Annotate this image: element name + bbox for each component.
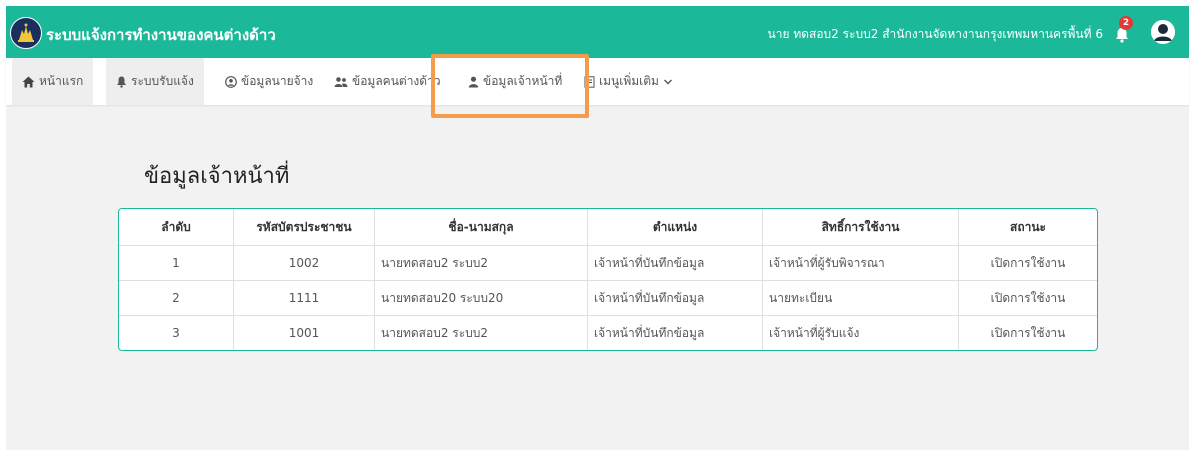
cell-position: เจ้าหน้าที่บันทึกข้อมูล [587, 280, 763, 316]
column-header-status: สถานะ [958, 209, 1097, 246]
cell-position: เจ้าหน้าที่บันทึกข้อมูล [587, 315, 763, 350]
nav-item-label: ข้อมูลนายจ้าง [241, 74, 314, 88]
app-frame: ระบบแจ้งการทำงานของคนต่างด้าว นาย ทดสอบ2… [6, 6, 1189, 450]
nav-item-receive[interactable]: ระบบรับแจ้ง [106, 58, 204, 105]
cell-permission: เจ้าหน้าที่ผู้รับแจ้ง [762, 315, 959, 350]
user-icon [468, 76, 479, 87]
column-header-name: ชื่อ-นามสกุล [374, 209, 588, 246]
staff-table: ลำดับ รหัสบัตรประชาชน ชื่อ-นามสกุล ตำแหน… [119, 209, 1097, 350]
nav-item-foreign-worker[interactable]: ข้อมูลคนต่างด้าว [334, 58, 441, 105]
nav-item-label: ระบบรับแจ้ง [131, 74, 194, 88]
nav-item-label: เมนูเพิ่มเติม [599, 74, 659, 88]
cell-id-card: 1002 [233, 245, 375, 281]
table-row[interactable]: 2 1111 นายทดสอบ20 ระบบ20 เจ้าหน้าที่บันท… [119, 280, 1097, 316]
user-info[interactable]: นาย ทดสอบ2 ระบบ2 สำนักงานจัดหางานกรุงเทพ… [768, 25, 1103, 44]
nav-item-staff[interactable]: ข้อมูลเจ้าหน้าที่ [468, 58, 562, 105]
bell-icon [117, 76, 126, 88]
nav-item-more-menu[interactable]: เมนูเพิ่มเติม [584, 58, 677, 105]
cell-permission: เจ้าหน้าที่ผู้รับพิจารณา [762, 245, 959, 281]
table-header-row: ลำดับ รหัสบัตรประชาชน ชื่อ-นามสกุล ตำแหน… [119, 209, 1097, 246]
nav-item-employer[interactable]: ข้อมูลนายจ้าง [225, 58, 313, 105]
table-row[interactable]: 3 1001 นายทดสอบ2 ระบบ2 เจ้าหน้าที่บันทึก… [119, 315, 1097, 350]
user-avatar-icon[interactable] [1151, 20, 1175, 44]
app-title[interactable]: ระบบแจ้งการทำงานของคนต่างด้าว [46, 23, 276, 47]
notification-count-badge: 2 [1119, 16, 1133, 30]
column-header-position: ตำแหน่ง [587, 209, 763, 246]
users-icon [334, 76, 348, 87]
cell-name: นายทดสอบ20 ระบบ20 [374, 280, 588, 316]
cell-status: เปิดการใช้งาน [958, 280, 1097, 316]
column-header-order: ลำดับ [119, 209, 234, 246]
chevron-down-icon [663, 79, 672, 84]
cell-order: 3 [119, 315, 234, 350]
nav-item-home[interactable]: หน้าแรก [12, 58, 94, 105]
top-bar: ระบบแจ้งการทำงานของคนต่างด้าว นาย ทดสอบ2… [6, 6, 1189, 58]
table-row[interactable]: 1 1002 นายทดสอบ2 ระบบ2 เจ้าหน้าที่บันทึก… [119, 245, 1097, 281]
cell-name: นายทดสอบ2 ระบบ2 [374, 315, 588, 350]
cell-status: เปิดการใช้งาน [990, 325, 1066, 340]
page-title: ข้อมูลเจ้าหน้าที่ [144, 164, 290, 189]
cell-order: 2 [119, 280, 234, 316]
nav-item-label: ข้อมูลคนต่างด้าว [352, 74, 441, 88]
column-header-id-card: รหัสบัตรประชาชน [233, 209, 375, 246]
home-icon [22, 76, 35, 87]
cell-position: เจ้าหน้าที่บันทึกข้อมูล [587, 245, 763, 281]
cell-order: 1 [119, 245, 234, 281]
document-icon [584, 75, 595, 88]
user-circle-icon [225, 75, 237, 88]
column-header-permission: สิทธิ์การใช้งาน [762, 209, 959, 246]
main-nav: หน้าแรก ระบบรับแจ้ง ข้อมูลนายจ้าง ข้อมูล… [6, 58, 1189, 105]
cell-status: เปิดการใช้งาน [958, 245, 1097, 281]
nav-item-label: ข้อมูลเจ้าหน้าที่ [483, 74, 563, 88]
cell-id-card: 1111 [233, 280, 375, 316]
department-logo[interactable] [10, 17, 42, 49]
cell-name: นายทดสอบ2 ระบบ2 [374, 245, 588, 281]
cell-permission: นายทะเบียน [762, 280, 959, 316]
cell-id-card: 1001 [233, 315, 375, 350]
staff-table-container: ลำดับ รหัสบัตรประชาชน ชื่อ-นามสกุล ตำแหน… [118, 208, 1098, 351]
nav-item-label: หน้าแรก [39, 74, 84, 88]
